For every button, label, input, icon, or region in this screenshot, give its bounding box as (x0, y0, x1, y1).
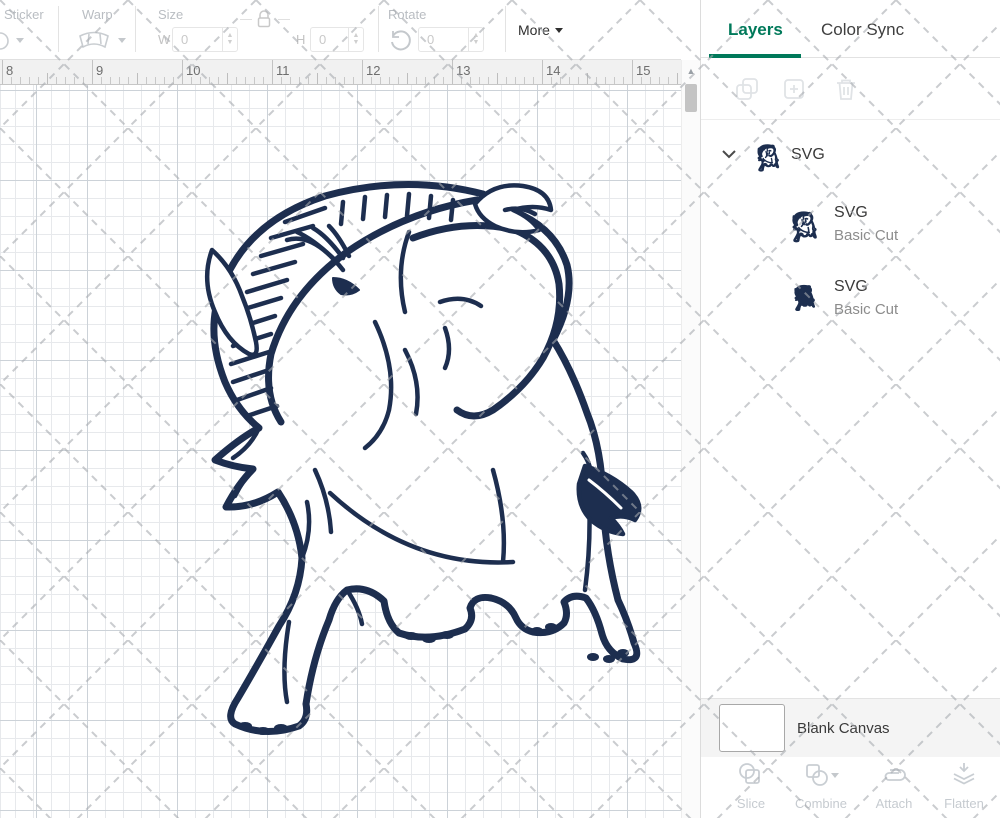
height-label: H (296, 32, 305, 47)
layer-thumbnail-solid (788, 280, 817, 316)
more-button[interactable]: More (518, 22, 563, 38)
blank-canvas-thumbnail (719, 704, 785, 752)
width-stepper[interactable]: ▲▼ (222, 28, 237, 51)
lock-icon[interactable] (256, 9, 272, 34)
height-input[interactable]: 0 ▲▼ (310, 27, 364, 52)
lock-link-line (240, 19, 252, 20)
layer-group-row[interactable]: SVG (701, 132, 1000, 187)
warp-caret-icon[interactable] (118, 38, 126, 43)
warp-section-label: Warp (82, 7, 113, 22)
duplicate-icon[interactable] (734, 76, 760, 107)
sticker-dropdown-icon[interactable] (0, 30, 14, 57)
attach-button[interactable]: Attach (859, 761, 929, 811)
combine-label: Combine (786, 796, 856, 811)
scrollbar-thumb[interactable] (685, 84, 697, 112)
chevron-down-icon[interactable] (721, 147, 737, 166)
combine-button[interactable]: Combine (786, 761, 856, 811)
rotate-value[interactable]: 0 (419, 28, 468, 51)
rotate-icon[interactable] (388, 28, 414, 57)
layer-tools (701, 62, 1000, 120)
rotate-input[interactable]: 0 ▲▼ (418, 27, 484, 52)
height-value[interactable]: 0 (311, 28, 348, 51)
active-tab-underline (709, 54, 801, 58)
sticker-caret-icon[interactable] (16, 38, 24, 43)
top-toolbar: Sticker Warp Size W 0 ▲▼ H (0, 0, 700, 59)
size-section-label: Size (158, 7, 183, 22)
width-value[interactable]: 0 (173, 28, 222, 51)
scroll-up-icon[interactable]: ▲ (682, 66, 700, 76)
slice-button[interactable]: Slice (716, 761, 786, 811)
flatten-label: Flatten (929, 796, 999, 811)
layer-row[interactable]: SVG Basic Cut (701, 270, 1000, 338)
layer-name: SVG (834, 278, 868, 296)
height-stepper[interactable]: ▲▼ (348, 28, 363, 51)
tab-layers[interactable]: Layers (728, 20, 783, 40)
attach-label: Attach (859, 796, 929, 811)
flatten-button[interactable]: Flatten (929, 761, 999, 811)
layer-group-name: SVG (791, 146, 825, 164)
layer-type: Basic Cut (834, 301, 898, 318)
lock-link-line (278, 19, 290, 20)
width-input[interactable]: 0 ▲▼ (172, 27, 238, 52)
ruler-number: 8 (6, 63, 13, 78)
ruler-number: 14 (546, 63, 560, 78)
toolbar-divider (135, 6, 136, 52)
warp-icon[interactable] (76, 30, 114, 57)
rotate-section-label: Rotate (388, 7, 426, 22)
ruler-number: 13 (456, 63, 470, 78)
slice-icon (737, 761, 765, 789)
ruler-number: 11 (276, 63, 290, 78)
layers-panel: Layers Color Sync (700, 0, 1000, 818)
elephant-design[interactable] (0, 85, 681, 818)
layer-name: SVG (834, 204, 868, 222)
blank-canvas-label: Blank Canvas (797, 720, 890, 737)
more-caret-icon (555, 28, 563, 33)
ruler-number: 15 (636, 63, 650, 78)
slice-label: Slice (716, 796, 786, 811)
design-canvas[interactable] (0, 85, 681, 818)
more-label: More (518, 22, 550, 38)
add-layer-icon[interactable] (781, 76, 807, 107)
attach-icon (880, 761, 908, 789)
sticker-section-label: Sticker (4, 7, 44, 22)
app-window: Sticker Warp Size W 0 ▲▼ H (0, 0, 1000, 818)
combine-caret-icon (831, 773, 839, 778)
horizontal-ruler: 8 9 10 11 12 13 14 15 (0, 59, 681, 85)
layer-row[interactable]: SVG Basic Cut (701, 196, 1000, 264)
ruler-number: 9 (96, 63, 103, 78)
combine-icon (803, 761, 831, 789)
toolbar-divider (378, 6, 379, 52)
delete-icon[interactable] (833, 76, 859, 107)
layer-actions-bar: Slice Combine Attach (701, 757, 1000, 818)
toolbar-divider (505, 6, 506, 52)
ruler-number: 12 (366, 63, 380, 78)
blank-canvas-row[interactable]: Blank Canvas (701, 698, 1000, 757)
layer-thumbnail-outline (785, 206, 819, 248)
panel-tabbar: Layers Color Sync (701, 0, 1000, 58)
canvas-scrollbar[interactable]: ▲ (681, 60, 700, 818)
layer-thumbnail-outline (751, 140, 781, 176)
flatten-icon (950, 761, 978, 789)
layer-type: Basic Cut (834, 227, 898, 244)
tab-color-sync[interactable]: Color Sync (821, 20, 904, 40)
ruler-number: 10 (186, 63, 200, 78)
rotate-stepper[interactable]: ▲▼ (468, 28, 483, 51)
width-label: W (158, 32, 170, 47)
toolbar-divider (58, 6, 59, 52)
